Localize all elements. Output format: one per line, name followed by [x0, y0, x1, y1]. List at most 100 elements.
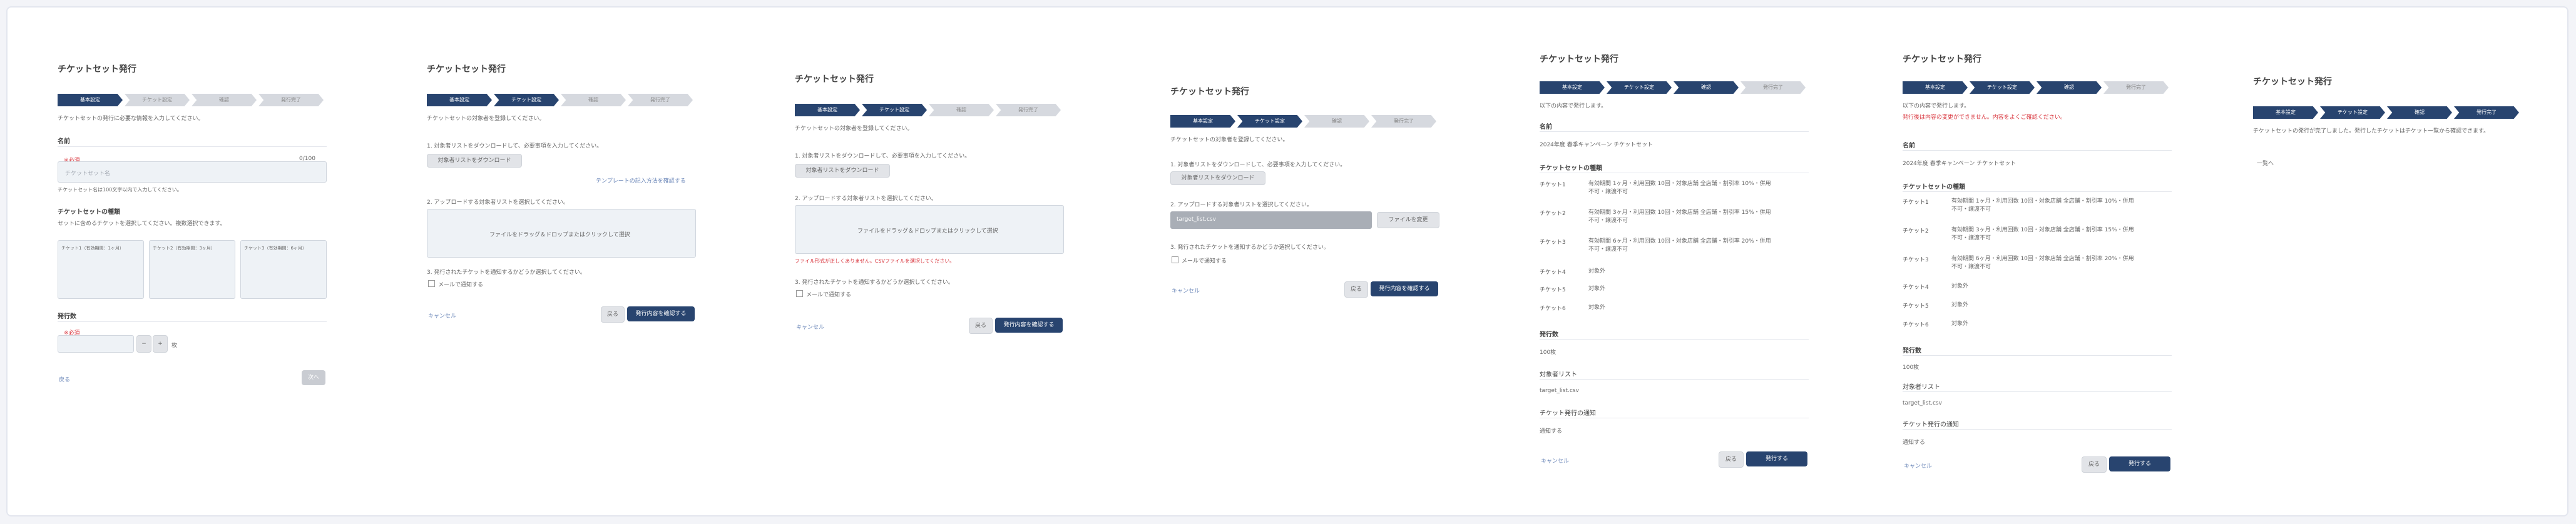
ticket-row: チケット6 対象外 [1903, 321, 1969, 328]
name-value: 2024年度 春季キャンペーン チケットセット [1903, 161, 2016, 167]
dropzone-text: ファイルをドラッグ＆ドロップまたはクリックして選択 [489, 232, 630, 238]
panel-done: チケットセット発行 基本設定 チケット設定 確認 発行完了 チケットセットの発行… [2247, 8, 2576, 518]
step-tickets: チケット設定 [2320, 106, 2385, 119]
back-button[interactable]: 戻る [1719, 451, 1744, 468]
stepper: 基本設定 チケット設定 確認 発行完了 [795, 104, 1064, 116]
name-label: 名前 [58, 138, 70, 145]
download-button[interactable]: 対象者リストをダウンロード [427, 154, 522, 168]
name-hint: チケットセット名は100文字以内で入力してください。 [58, 187, 182, 193]
ticket-option-3-label: チケット3（有効期間：6ヶ月） [244, 246, 307, 251]
ticket-row: チケット2 有効期間 3ヶ月・利用回数 10回・対象店舗 全店舗・割引率 15%・… [1903, 227, 2134, 241]
divider [1903, 150, 2172, 151]
step-basic: 基本設定 [1540, 81, 1605, 94]
step-confirm: 確認 [2387, 106, 2452, 119]
back-button[interactable]: 戻る [601, 306, 625, 323]
step-done: 発行完了 [1371, 115, 1436, 128]
confirm-button[interactable]: 発行内容を確認する [995, 318, 1063, 333]
divider [1540, 339, 1809, 340]
issue-button[interactable]: 発行する [2109, 456, 2170, 471]
qty-increment-button[interactable]: + [153, 335, 168, 353]
page-title: チケットセット発行 [427, 64, 506, 74]
cancel-link[interactable]: キャンセル [1541, 456, 1569, 465]
panel-ticket-settings-error: チケットセット発行 基本設定 チケット設定 確認 発行完了 チケットセットの対象… [789, 8, 1139, 518]
next-button[interactable]: 次へ [302, 370, 325, 385]
stepper: 基本設定 チケット設定 確認 発行完了 [1540, 81, 1809, 94]
step-tickets: チケット設定 [494, 94, 559, 106]
qty-value: 100枚 [1540, 350, 1556, 356]
name-count: 0/100 [299, 156, 315, 162]
divider [58, 146, 327, 147]
notify-checkbox[interactable] [1172, 256, 1178, 263]
ticket-option-2-label: チケット2（有効期間：3ヶ月） [153, 246, 215, 251]
step-confirm: 確認 [1304, 115, 1369, 128]
back-button[interactable]: 戻る [1344, 281, 1368, 298]
cancel-link[interactable]: キャンセル [1172, 286, 1200, 295]
step-confirm: 確認 [929, 104, 994, 116]
uploaded-file-name: target_list.csv [1177, 216, 1216, 223]
name-placeholder: チケットセット名 [65, 171, 111, 177]
back-button[interactable]: 戻る [2082, 456, 2107, 473]
back-link[interactable]: 戻る [59, 375, 70, 383]
step3-text: 3. 発行されたチケットを通知するかどうか選択してください。 [795, 280, 954, 286]
stepper: 基本設定 チケット設定 確認 発行完了 [1903, 81, 2172, 94]
tickets-label: チケットセットの種類 [58, 209, 120, 216]
step3-text: 3. 発行されたチケットを通知するかどうか選択してください。 [1170, 244, 1329, 251]
canvas: チケットセット発行 基本設定 チケット設定 確認 発行完了 チケットセットの発行… [6, 6, 2568, 516]
stepper: 基本設定 チケット設定 確認 発行完了 [58, 94, 327, 106]
list-link[interactable]: 一覧へ [2257, 159, 2274, 167]
cancel-link[interactable]: キャンセル [796, 323, 824, 331]
page-title: チケットセット発行 [1903, 54, 1981, 64]
qty-input[interactable] [58, 335, 134, 353]
notify-value: 通知する [1903, 440, 1926, 446]
step-basic: 基本設定 [2253, 106, 2318, 119]
notify-label: メールで通知する [806, 292, 852, 298]
cancel-link[interactable]: キャンセル [1904, 461, 1932, 470]
intro-text: チケットセットの対象者を登録してください。 [795, 126, 913, 132]
confirm-button[interactable]: 発行内容を確認する [1371, 281, 1438, 296]
ticket-row: チケット3 有効期間 6ヶ月・利用回数 10回・対象店舗 全店舗・割引率 20%・… [1540, 238, 1771, 253]
notify-checkbox[interactable] [428, 280, 435, 287]
list-label: 対象者リスト [1540, 371, 1577, 378]
page-title: チケットセット発行 [58, 64, 136, 74]
divider [58, 321, 327, 322]
step2-text: 2. アップロードする対象者リストを選択してください。 [1170, 202, 1312, 208]
intro-text: 以下の内容で発行します。 [1903, 103, 1970, 109]
intro-text: 以下の内容で発行します。 [1540, 103, 1607, 109]
step-tickets: チケット設定 [1970, 81, 2035, 94]
step-basic: 基本設定 [58, 94, 123, 106]
change-file-button[interactable]: ファイルを変更 [1377, 212, 1439, 228]
panel-ticket-settings-uploaded: チケットセット発行 基本設定 チケット設定 確認 発行完了 チケットセットの対象… [1164, 8, 1515, 518]
ticket-row: チケット4 対象外 [1903, 283, 1969, 291]
cancel-link[interactable]: キャンセル [428, 311, 456, 320]
step1-text: 1. 対象者リストをダウンロードして、必要事項を入力してください。 [427, 143, 603, 149]
back-button[interactable]: 戻る [969, 318, 993, 334]
ticket-row: チケット1 有効期間 1ヶ月・利用回数 10回・対象店舗 全店舗・割引率 10%・… [1903, 198, 2134, 213]
page-title: チケットセット発行 [795, 74, 874, 84]
template-link[interactable]: テンプレートの記入方法を確認する [596, 176, 686, 184]
list-value: target_list.csv [1903, 400, 1942, 406]
step-basic: 基本設定 [1170, 115, 1235, 128]
notify-checkbox[interactable] [796, 290, 803, 297]
qty-decrement-button[interactable]: − [136, 335, 151, 353]
confirm-button[interactable]: 発行内容を確認する [627, 306, 695, 321]
step-basic: 基本設定 [427, 94, 492, 106]
tickets-label: チケットセットの種類 [1903, 184, 1965, 191]
issue-button[interactable]: 発行する [1746, 451, 1807, 466]
ticket-row: チケット5 対象外 [1903, 302, 1969, 310]
ticket-option-1-label: チケット1（有効期間：1ヶ月） [61, 246, 124, 251]
step-confirm: 確認 [2037, 81, 2102, 94]
step-done: 発行完了 [628, 94, 693, 106]
download-button[interactable]: 対象者リストをダウンロード [795, 164, 890, 178]
tickets-hint: セットに含めるチケットを選択してください。複数選択できます。 [58, 221, 226, 227]
step-tickets: チケット設定 [1237, 115, 1302, 128]
download-button[interactable]: 対象者リストをダウンロード [1170, 171, 1265, 185]
stepper: 基本設定 チケット設定 確認 発行完了 [1170, 115, 1439, 128]
ticket-row: チケット6 対象外 [1540, 305, 1606, 312]
ticket-row: チケット1 有効期間 1ヶ月・利用回数 10回・対象店舗 全店舗・割引率 10%・… [1540, 181, 1771, 195]
divider [1540, 131, 1809, 132]
step-done: 発行完了 [2454, 106, 2519, 119]
name-label: 名前 [1540, 124, 1552, 131]
qty-label: 発行数 [1540, 331, 1558, 338]
warning-text: 発行後は内容の変更ができません。内容をよくご確認ください。 [1903, 114, 2066, 121]
step2-text: 2. アップロードする対象者リストを選択してください。 [427, 199, 569, 206]
